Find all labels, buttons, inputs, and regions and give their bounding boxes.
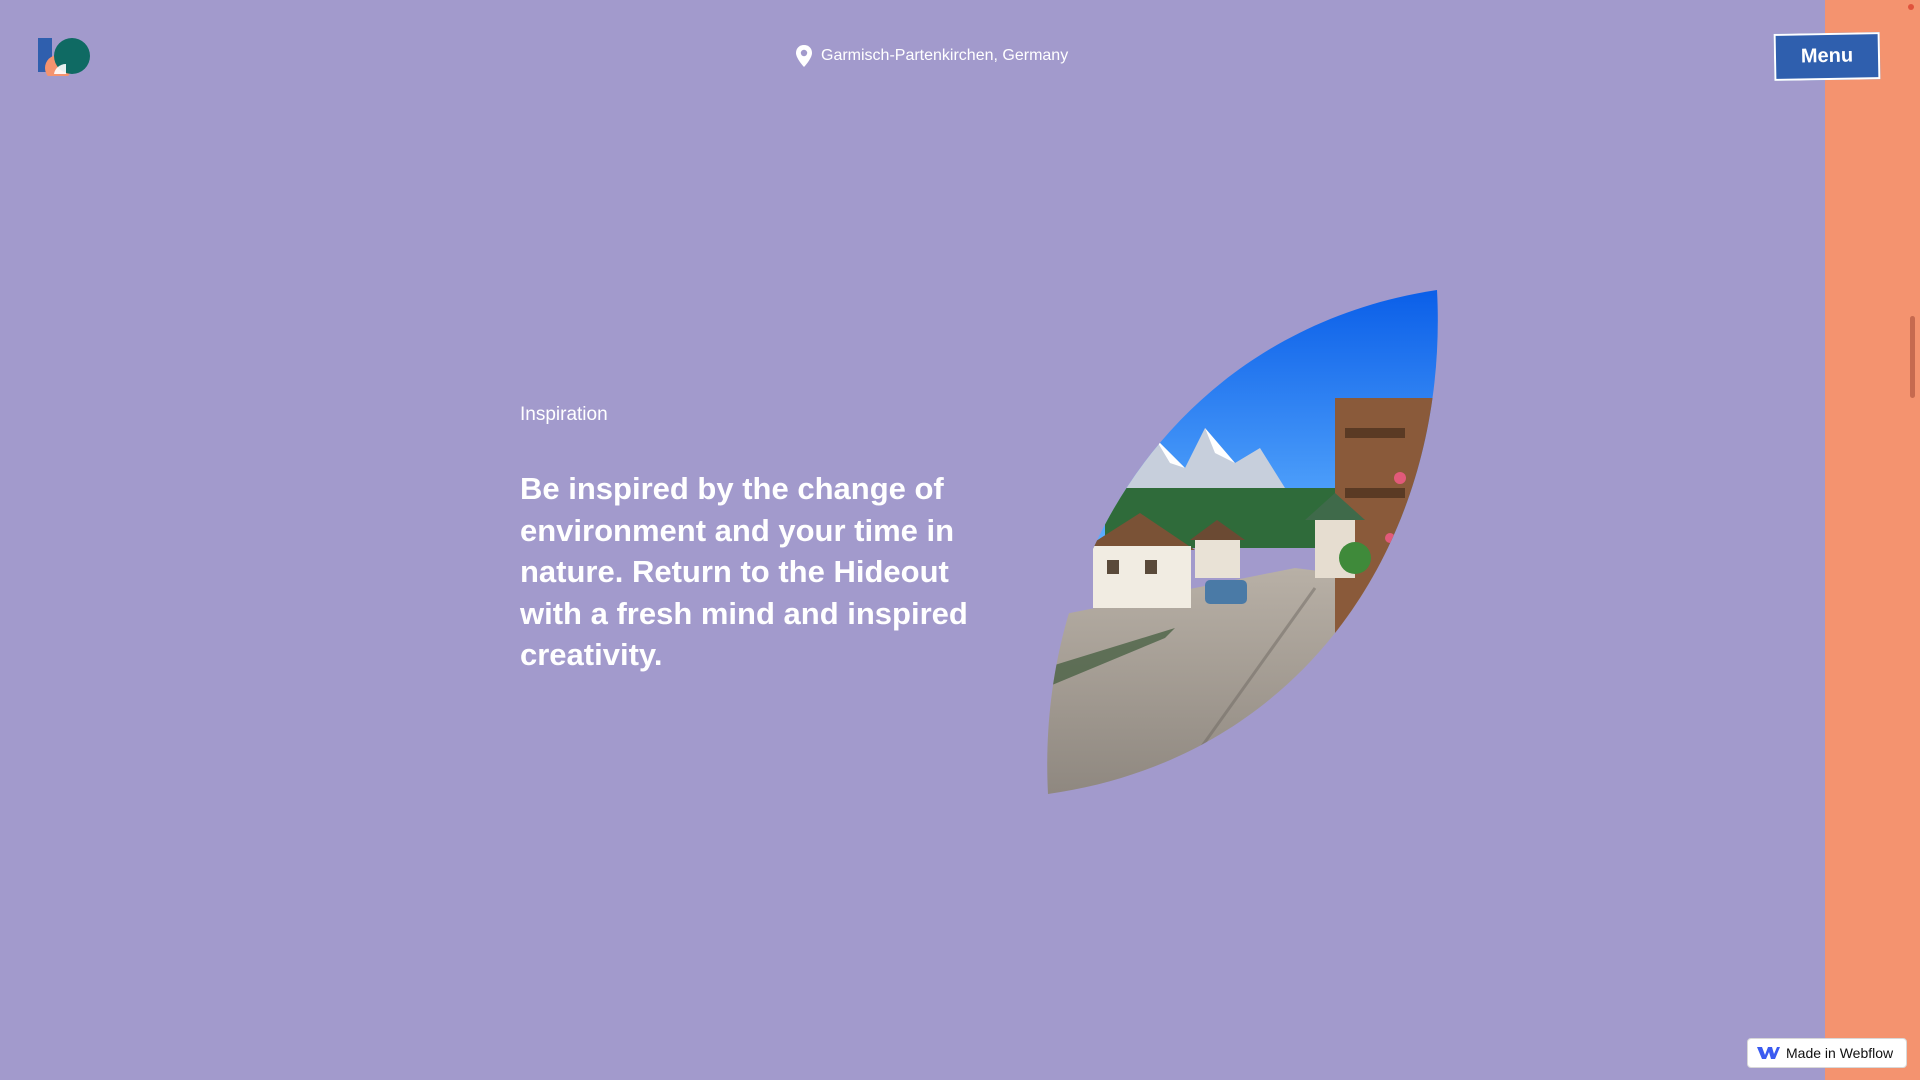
corner-dot: [1908, 4, 1914, 10]
page: Garmisch-Partenkirchen, Germany Menu Ins…: [0, 0, 1920, 1080]
alpine-village-image: [1047, 290, 1438, 794]
webflow-badge-label: Made in Webflow: [1786, 1045, 1894, 1061]
brand-logo-icon[interactable]: [38, 36, 94, 81]
scrollbar-thumb[interactable]: [1910, 316, 1915, 398]
headline: Be inspired by the change of environment…: [520, 471, 968, 672]
section-eyebrow: Inspiration: [520, 404, 608, 425]
webflow-icon: [1757, 1047, 1780, 1059]
side-color-strip: [1825, 0, 1920, 1080]
map-pin-icon: [796, 45, 812, 67]
menu-button[interactable]: Menu: [1773, 32, 1881, 81]
made-in-webflow-badge[interactable]: Made in Webflow: [1747, 1038, 1907, 1068]
location-label: Garmisch-Partenkirchen, Germany: [795, 45, 1068, 67]
location-text: Garmisch-Partenkirchen, Germany: [821, 47, 1069, 64]
